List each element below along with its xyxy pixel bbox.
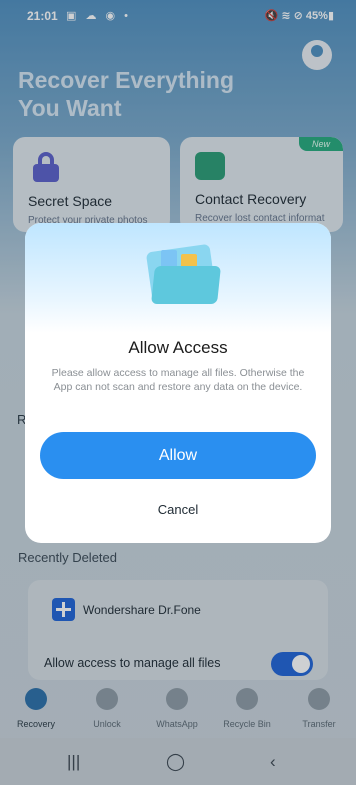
dialog-header-background <box>25 223 331 333</box>
dialog-message: Please allow access to manage all files.… <box>51 367 305 393</box>
allow-button[interactable]: Allow <box>40 432 316 479</box>
allow-access-dialog: Allow Access Please allow access to mana… <box>25 223 331 543</box>
cancel-button[interactable]: Cancel <box>40 495 316 525</box>
folder-icon <box>143 243 223 304</box>
dialog-title: Allow Access <box>128 338 228 357</box>
